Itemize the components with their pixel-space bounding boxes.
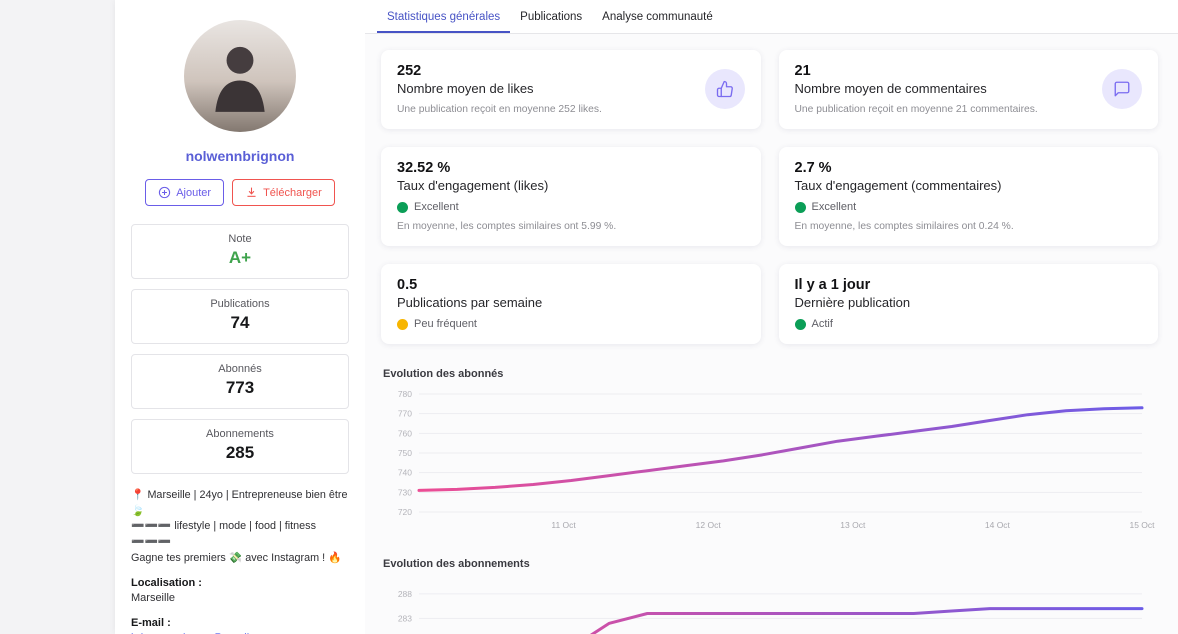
stat-label: Abonnés: [218, 363, 262, 375]
svg-text:780: 780: [398, 389, 412, 399]
stats-cards-grid: 252 Nombre moyen de likes Une publicatio…: [381, 50, 1158, 344]
detail-label: E-mail :: [131, 617, 171, 630]
followers-line-chart: 720 730 740 750 760 770 780 11 Oct 12 Oct 13 Oct 1…: [398, 389, 1155, 530]
card-desc: En moyenne, les comptes similaires ont 5…: [397, 221, 617, 232]
bio-line: Gagne tes premiers 💸 avec Instagram ! 🔥: [131, 551, 342, 564]
download-icon: [247, 187, 256, 197]
svg-text:740: 740: [398, 468, 412, 478]
status-dot: [397, 318, 408, 330]
detail-email: E-mail : brignon.nolwenn@gmail.com: [131, 617, 349, 634]
tab-bar: Statistiques générales Publications Anal…: [365, 0, 1178, 34]
card-desc: En moyenne, les comptes similaires ont 0…: [794, 221, 1014, 232]
svg-text:13 Oct: 13 Oct: [840, 520, 866, 530]
followers-chart-section: Evolution des abonnés 720 730 740 750 760 770…: [381, 368, 1158, 534]
card-label: Nombre moyen de commentaires: [794, 81, 987, 96]
chart-title: Evolution des abonnements: [383, 558, 530, 570]
download-button[interactable]: Télécharger: [232, 179, 335, 206]
card-value: 2.7 %: [794, 160, 832, 176]
add-button[interactable]: Ajouter: [145, 179, 225, 206]
svg-text:11 Oct: 11 Oct: [551, 520, 576, 530]
card-label: Taux d'engagement (commentaires): [794, 178, 1002, 193]
status-row: Excellent: [794, 201, 1143, 213]
plus-circle-icon: [159, 186, 171, 199]
card-label: Taux d'engagement (likes): [397, 178, 549, 193]
profile-bio: 📍 Marseille | 24yo | Entrepreneuse bien …: [131, 488, 349, 566]
profile-avatar: [184, 20, 296, 132]
tab-community-analysis[interactable]: Analyse communauté: [592, 0, 723, 33]
svg-text:720: 720: [398, 507, 412, 517]
detail-value: Marseille: [131, 592, 176, 605]
stat-label: Publications: [210, 298, 270, 310]
status-text: Actif: [811, 318, 833, 330]
profile-actions: Ajouter Télécharger: [131, 179, 349, 206]
status-dot: [397, 201, 408, 213]
stat-value: 74: [230, 313, 250, 332]
stat-label: Abonnements: [206, 428, 274, 440]
download-button-label: Télécharger: [263, 186, 322, 199]
status-row: Excellent: [397, 201, 745, 213]
card-desc: Une publication reçoit en moyenne 21 com…: [794, 104, 1038, 115]
card-body: 21 Nombre moyen de commentaires Une publ…: [795, 63, 1038, 115]
tab-general-stats[interactable]: Statistiques générales: [377, 0, 511, 33]
followings-line-chart: 26827327828328811 Oct12 Oct13 Oct14 Oct1…: [398, 589, 1144, 634]
svg-text:283: 283: [398, 613, 412, 623]
stat-box-note: Note A+: [131, 224, 349, 279]
stat-card-avg-likes: 252 Nombre moyen de likes Une publicatio…: [381, 50, 761, 129]
main-panel: Statistiques générales Publications Anal…: [365, 0, 1178, 634]
stat-box-followings: Abonnements 285: [131, 419, 349, 474]
card-body: 252 Nombre moyen de likes Une publicatio…: [397, 63, 602, 115]
svg-text:14 Oct: 14 Oct: [985, 520, 1011, 530]
username: nolwennbrignon: [185, 148, 295, 164]
stat-card-engagement-comments: 2.7 % Taux d'engagement (commentaires) E…: [778, 147, 1158, 246]
status-text: Peu fréquent: [414, 318, 477, 330]
chart-title: Evolution des abonnés: [383, 368, 504, 380]
status-row: Peu fréquent: [397, 318, 745, 330]
svg-text:12 Oct: 12 Oct: [696, 520, 722, 530]
status-text: Excellent: [811, 201, 857, 213]
status-text: Excellent: [414, 201, 459, 213]
card-label: Dernière publication: [794, 295, 911, 310]
svg-text:15 Oct: 15 Oct: [1129, 520, 1155, 530]
card-value: Il y a 1 jour: [794, 277, 871, 293]
bio-line: ➖➖➖ lifestyle | mode | food | fitness ➖➖…: [131, 520, 316, 548]
stat-card-avg-comments: 21 Nombre moyen de commentaires Une publ…: [778, 50, 1158, 129]
bio-line: 📍 Marseille | 24yo | Entrepreneuse bien …: [131, 489, 348, 517]
detail-label: Localisation :: [131, 577, 202, 590]
card-label: Publications par semaine: [397, 295, 543, 310]
comment-icon: [1102, 69, 1142, 109]
stat-box-publications: Publications 74: [131, 289, 349, 344]
status-row: Actif: [794, 318, 1143, 330]
svg-text:770: 770: [398, 409, 412, 419]
card-value: 0.5: [397, 277, 418, 293]
avatar-photo-placeholder: [215, 46, 265, 112]
stat-card-posts-per-week: 0.5 Publications par semaine Peu fréquen…: [381, 264, 761, 344]
tab-publications[interactable]: Publications: [510, 0, 592, 33]
card-label: Nombre moyen de likes: [397, 81, 534, 96]
followings-chart-section: Evolution des abonnements 26827327828328…: [381, 558, 1158, 634]
svg-text:730: 730: [398, 487, 412, 497]
status-dot: [794, 201, 806, 213]
stat-value: 285: [225, 443, 255, 462]
stat-card-last-post: Il y a 1 jour Dernière publication Actif: [778, 264, 1158, 344]
status-dot: [794, 318, 806, 330]
card-desc: Une publication reçoit en moyenne 252 li…: [397, 104, 602, 115]
card-value: 252: [397, 63, 422, 79]
card-value: 32.52 %: [397, 160, 451, 176]
add-button-label: Ajouter: [176, 186, 212, 199]
stat-label: Note: [228, 233, 252, 245]
stat-card-engagement-likes: 32.52 % Taux d'engagement (likes) Excell…: [381, 147, 761, 246]
stat-box-followers: Abonnés 773: [131, 354, 349, 409]
detail-location: Localisation : Marseille: [131, 577, 349, 606]
stats-content: 252 Nombre moyen de likes Une publicatio…: [365, 34, 1178, 634]
stat-value: 773: [225, 378, 255, 397]
svg-text:288: 288: [398, 589, 412, 599]
card-value: 21: [794, 63, 811, 79]
svg-text:760: 760: [398, 428, 412, 438]
svg-text:750: 750: [398, 448, 412, 458]
stat-value-grade: A+: [228, 248, 252, 267]
thumbs-up-icon: [704, 69, 745, 109]
profile-sidebar: nolwennbrignon Ajouter Télécharger Note …: [115, 0, 365, 634]
